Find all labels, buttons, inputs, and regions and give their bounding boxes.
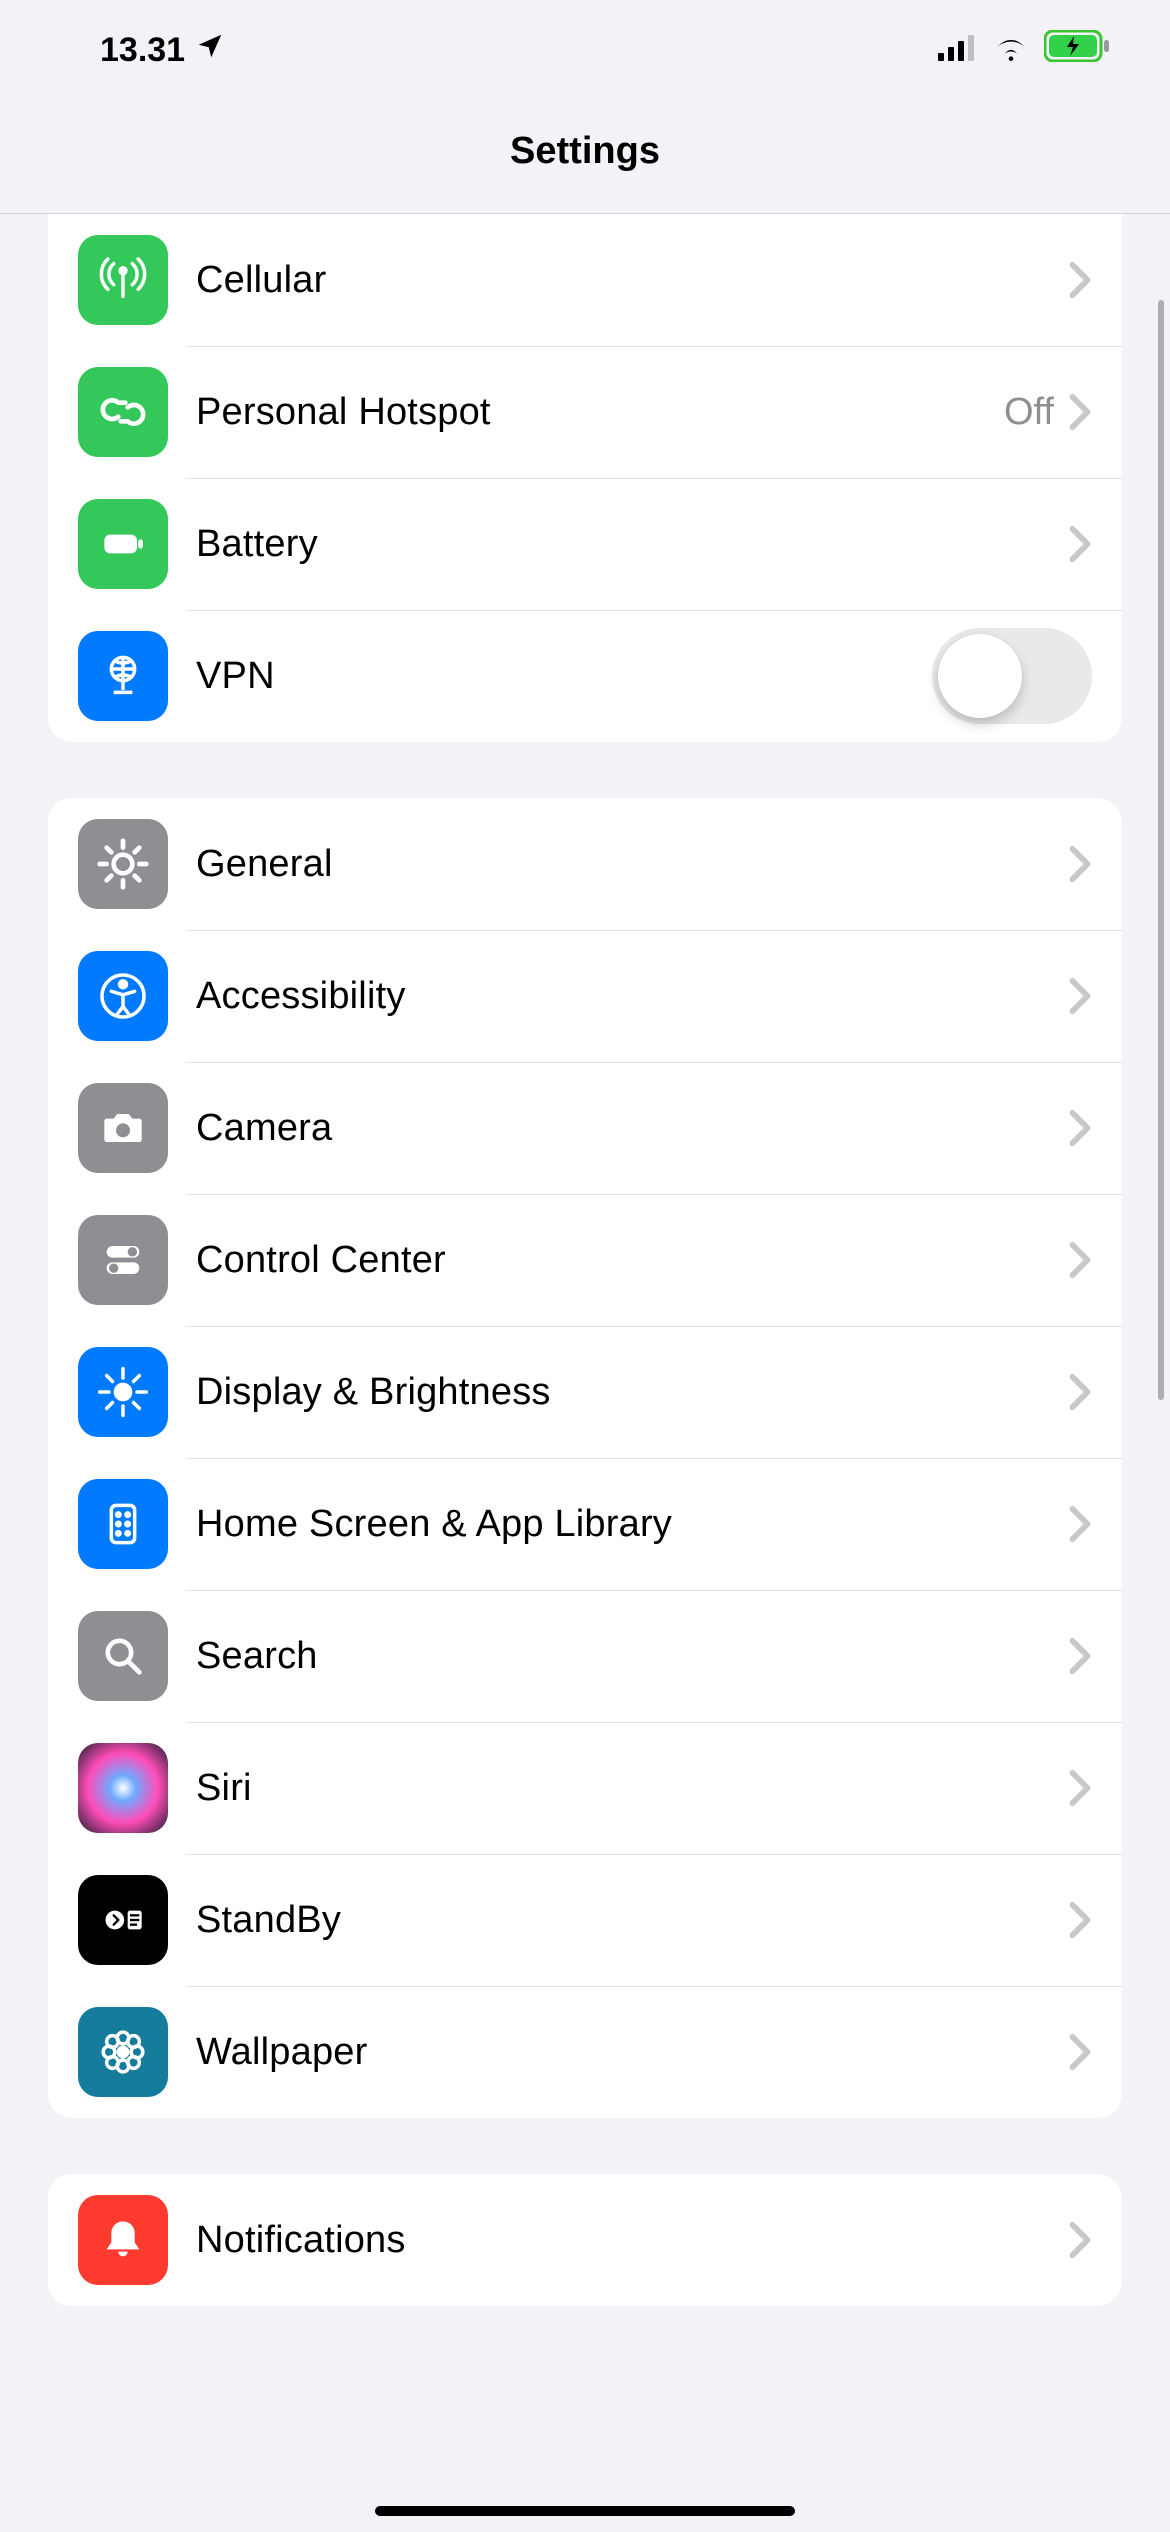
row-label: Wallpaper (196, 2031, 1068, 2074)
chevron-right-icon (1068, 977, 1092, 1015)
row-general[interactable]: General (48, 798, 1122, 930)
row-label: Personal Hotspot (196, 391, 1004, 434)
group-alerts: Notifications (48, 2174, 1122, 2306)
row-label: Cellular (196, 259, 1068, 302)
camera-icon (78, 1083, 168, 1173)
status-time: 13.31 (100, 31, 185, 70)
home-indicator[interactable] (375, 2506, 795, 2516)
location-icon (195, 31, 225, 70)
sun-icon (78, 1347, 168, 1437)
apps-icon (78, 1479, 168, 1569)
chevron-right-icon (1068, 261, 1092, 299)
row-label: Siri (196, 1767, 1068, 1810)
chevron-right-icon (1068, 845, 1092, 883)
group-device: General Accessibility Camera Control Cen… (48, 798, 1122, 2118)
bell-icon (78, 2195, 168, 2285)
globe-stand-icon (78, 631, 168, 721)
standby-icon (78, 1875, 168, 1965)
antenna-icon (78, 235, 168, 325)
cellular-signal-icon (938, 31, 978, 70)
chevron-right-icon (1068, 1241, 1092, 1279)
row-battery[interactable]: Battery (48, 478, 1122, 610)
page-title: Settings (0, 100, 1170, 214)
row-control-center[interactable]: Control Center (48, 1194, 1122, 1326)
switches-icon (78, 1215, 168, 1305)
chevron-right-icon (1068, 1505, 1092, 1543)
vpn-toggle[interactable] (932, 628, 1092, 724)
row-label: Display & Brightness (196, 1371, 1068, 1414)
row-label: VPN (196, 655, 932, 698)
status-right (938, 30, 1110, 71)
row-vpn[interactable]: VPN (48, 610, 1122, 742)
row-search[interactable]: Search (48, 1590, 1122, 1722)
siri-icon (78, 1743, 168, 1833)
row-detail: Off (1004, 391, 1054, 434)
gear-icon (78, 819, 168, 909)
row-wallpaper[interactable]: Wallpaper (48, 1986, 1122, 2118)
row-label: General (196, 843, 1068, 886)
status-left: 13.31 (100, 31, 225, 70)
row-label: Home Screen & App Library (196, 1503, 1068, 1546)
row-label: Camera (196, 1107, 1068, 1150)
chevron-right-icon (1068, 393, 1092, 431)
search-icon (78, 1611, 168, 1701)
link-icon (78, 367, 168, 457)
chevron-right-icon (1068, 1109, 1092, 1147)
row-camera[interactable]: Camera (48, 1062, 1122, 1194)
row-cellular[interactable]: Cellular (48, 214, 1122, 346)
chevron-right-icon (1068, 2221, 1092, 2259)
row-siri[interactable]: Siri (48, 1722, 1122, 1854)
flower-icon (78, 2007, 168, 2097)
row-label: Notifications (196, 2219, 1068, 2262)
row-home-screen[interactable]: Home Screen & App Library (48, 1458, 1122, 1590)
row-personal-hotspot[interactable]: Personal Hotspot Off (48, 346, 1122, 478)
group-connectivity: Cellular Personal Hotspot Off Battery (48, 214, 1122, 742)
row-accessibility[interactable]: Accessibility (48, 930, 1122, 1062)
row-label: Battery (196, 523, 1068, 566)
scrollbar-thumb[interactable] (1158, 300, 1164, 1400)
wifi-icon (992, 31, 1030, 70)
battery-icon (78, 499, 168, 589)
chevron-right-icon (1068, 2033, 1092, 2071)
chevron-right-icon (1068, 1373, 1092, 1411)
chevron-right-icon (1068, 525, 1092, 563)
status-bar: 13.31 (0, 0, 1170, 100)
accessibility-icon (78, 951, 168, 1041)
row-label: Accessibility (196, 975, 1068, 1018)
row-label: Control Center (196, 1239, 1068, 1282)
row-label: StandBy (196, 1899, 1068, 1942)
chevron-right-icon (1068, 1901, 1092, 1939)
settings-list[interactable]: Cellular Personal Hotspot Off Battery (0, 214, 1170, 2306)
row-display-brightness[interactable]: Display & Brightness (48, 1326, 1122, 1458)
row-standby[interactable]: StandBy (48, 1854, 1122, 1986)
row-notifications[interactable]: Notifications (48, 2174, 1122, 2306)
battery-charging-icon (1044, 30, 1110, 71)
chevron-right-icon (1068, 1637, 1092, 1675)
chevron-right-icon (1068, 1769, 1092, 1807)
row-label: Search (196, 1635, 1068, 1678)
